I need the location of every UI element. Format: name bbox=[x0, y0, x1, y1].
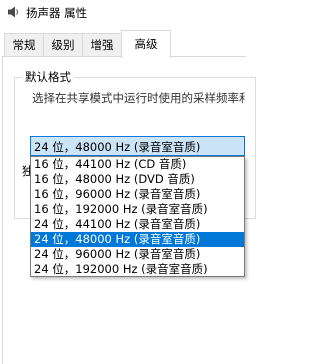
dropdown-option-highlighted[interactable]: 24 位，48000 Hz (录音室音质) bbox=[31, 232, 244, 247]
speaker-icon bbox=[8, 6, 18, 18]
dropdown-option[interactable]: 16 位，48000 Hz (DVD 音质) bbox=[31, 172, 244, 187]
dropdown-option[interactable]: 16 位，96000 Hz (录音室音质) bbox=[31, 187, 244, 202]
sample-rate-combobox[interactable]: 24 位，48000 Hz (录音室音质) bbox=[30, 136, 245, 156]
default-format-description: 选择在共享模式中运行时使用的采样频率和位深 bbox=[32, 91, 245, 105]
tab-general[interactable]: 常规 bbox=[4, 33, 44, 56]
window-title: 扬声器 属性 bbox=[26, 6, 88, 20]
tab-advanced[interactable]: 高级 bbox=[121, 30, 171, 58]
tab-enhancements[interactable]: 增强 bbox=[82, 33, 122, 56]
default-format-label: 默认格式 bbox=[22, 69, 74, 85]
dropdown-option[interactable]: 24 位，192000 Hz (录音室音质) bbox=[31, 262, 244, 277]
combobox-selected-value: 24 位，48000 Hz (录音室音质) bbox=[34, 140, 201, 154]
dropdown-option[interactable]: 24 位，44100 Hz (录音室音质) bbox=[31, 217, 244, 232]
dropdown-option[interactable]: 16 位，192000 Hz (录音室音质) bbox=[31, 202, 244, 217]
title-bar: 扬声器 属性 bbox=[0, 0, 245, 26]
dropdown-option[interactable]: 24 位，96000 Hz (录音室音质) bbox=[31, 247, 244, 262]
dropdown-option[interactable]: 16 位，44100 Hz (CD 音质) bbox=[31, 157, 244, 172]
tab-levels[interactable]: 级别 bbox=[43, 33, 83, 56]
sample-rate-dropdown-list[interactable]: 16 位，44100 Hz (CD 音质) 16 位，48000 Hz (DVD… bbox=[30, 156, 245, 277]
